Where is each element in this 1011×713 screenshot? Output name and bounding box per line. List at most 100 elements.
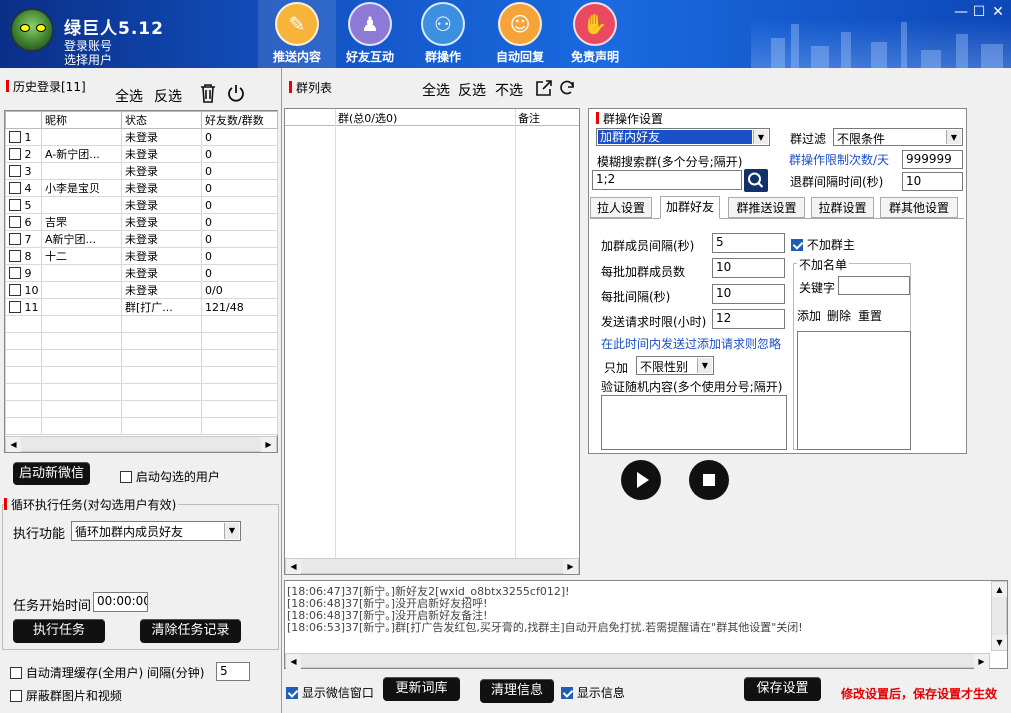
nav-auto-reply[interactable]: ☺ 自动回复 <box>481 0 559 68</box>
table-row[interactable]: 5 未登录 0 <box>5 196 278 214</box>
tab-add-friends[interactable]: 加群好友 <box>660 196 720 219</box>
scroll-left-icon[interactable]: ◀ <box>286 559 301 574</box>
gender-select[interactable]: 不限性别 ▼ <box>636 356 714 375</box>
auto-clear-checkbox[interactable] <box>10 667 22 679</box>
search-button[interactable] <box>744 169 768 192</box>
nav-friend-interact[interactable]: ♟ 好友互动 <box>331 0 409 68</box>
scroll-left-icon[interactable]: ◀ <box>6 437 21 452</box>
show-info[interactable]: 显示信息 <box>561 684 625 701</box>
export-icon[interactable] <box>535 79 553 97</box>
no-owner-checkbox[interactable] <box>791 239 803 251</box>
log-vscrollbar[interactable]: ▲ ▼ <box>991 581 1007 651</box>
group-deselect[interactable]: 不选 <box>495 80 523 100</box>
keyword-input[interactable] <box>838 276 910 295</box>
verify-content-textarea[interactable] <box>601 395 787 450</box>
row-checkbox[interactable] <box>9 181 21 194</box>
bl-reset-link[interactable]: 重置 <box>858 307 882 324</box>
scroll-up-icon[interactable]: ▲ <box>992 582 1007 597</box>
maximize-icon[interactable]: ☐ <box>971 4 987 20</box>
tab-push-settings[interactable]: 群推送设置 <box>728 197 805 218</box>
table-row[interactable]: 9 未登录 0 <box>5 264 278 282</box>
start-button[interactable] <box>621 460 661 500</box>
col-nick[interactable]: 昵称 <box>41 111 122 129</box>
row-checkbox[interactable] <box>9 147 21 160</box>
table-row[interactable]: 10 未登录 0/0 <box>5 281 278 299</box>
tab-pull-group[interactable]: 拉群设置 <box>811 197 874 218</box>
start-checked-checkbox[interactable] <box>120 471 132 483</box>
row-checkbox[interactable] <box>9 249 21 262</box>
row-checkbox[interactable] <box>9 266 21 279</box>
table-row[interactable]: 8 十二 未登录 0 <box>5 247 278 265</box>
power-icon[interactable] <box>226 83 246 103</box>
execute-task-button[interactable]: 执行任务 <box>13 619 105 643</box>
tab-invite-settings[interactable]: 拉人设置 <box>590 197 652 218</box>
request-limit-input[interactable]: 12 <box>712 309 785 329</box>
row-checkbox[interactable] <box>9 283 21 296</box>
trash-icon[interactable] <box>199 83 217 103</box>
group-filter-select[interactable]: 不限条件 ▼ <box>833 128 963 146</box>
batch-interval-input[interactable]: 10 <box>712 284 785 304</box>
show-wechat-window[interactable]: 显示微信窗口 <box>286 684 374 701</box>
scroll-right-icon[interactable]: ▶ <box>974 654 989 669</box>
member-interval-input[interactable]: 5 <box>712 233 785 253</box>
table-row[interactable]: 1 未登录 0 <box>5 128 278 146</box>
table-row[interactable]: 6 吉罘 未登录 0 <box>5 213 278 231</box>
tab-other-settings[interactable]: 群其他设置 <box>880 197 958 218</box>
close-icon[interactable]: ✕ <box>990 4 1006 20</box>
table-row[interactable]: 2 A-新宁团... 未登录 0 <box>5 145 278 163</box>
row-checkbox[interactable] <box>9 164 21 177</box>
bl-add-link[interactable]: 添加 <box>797 307 821 324</box>
row-checkbox[interactable] <box>9 300 21 313</box>
group-hscrollbar[interactable]: ◀ ▶ <box>285 558 579 574</box>
bl-delete-link[interactable]: 删除 <box>827 307 851 324</box>
start-new-wechat-button[interactable]: 启动新微信 <box>13 462 90 485</box>
row-checkbox[interactable] <box>9 232 21 245</box>
nav-disclaimer[interactable]: ✋ 免责声明 <box>556 0 634 68</box>
scroll-right-icon[interactable]: ▶ <box>261 437 276 452</box>
col-group[interactable]: 群(总0/选0) <box>338 110 397 126</box>
row-checkbox[interactable] <box>9 198 21 211</box>
block-media[interactable]: 屏蔽群图片和视频 <box>10 687 122 704</box>
blacklist-list[interactable] <box>797 331 911 450</box>
minimize-icon[interactable]: — <box>953 4 969 20</box>
auto-clear-cache[interactable]: 自动清理缓存(全用户) 间隔(分钟) <box>10 664 204 681</box>
table-row[interactable]: 3 未登录 0 <box>5 162 278 180</box>
show-window-checkbox[interactable] <box>286 687 298 699</box>
table-row[interactable]: 4 小李是宝贝 未登录 0 <box>5 179 278 197</box>
col-status[interactable]: 状态 <box>121 111 202 129</box>
start-time-input[interactable]: 00:00:00 <box>93 592 148 612</box>
show-info-checkbox[interactable] <box>561 687 573 699</box>
group-select-all[interactable]: 全选 <box>422 80 450 100</box>
col-note[interactable]: 备注 <box>518 110 540 126</box>
exec-func-select[interactable]: 循环加群内成员好友 ▼ <box>71 521 241 541</box>
fuzzy-search-input[interactable]: 1;2 <box>592 170 742 190</box>
scroll-right-icon[interactable]: ▶ <box>563 559 578 574</box>
row-checkbox[interactable] <box>9 130 21 143</box>
batch-input[interactable]: 10 <box>712 258 785 278</box>
group-op-select[interactable]: 加群内好友 ▼ <box>596 128 770 146</box>
update-lib-button[interactable]: 更新词库 <box>383 677 460 701</box>
scroll-down-icon[interactable]: ▼ <box>992 635 1007 650</box>
clear-task-log-button[interactable]: 清除任务记录 <box>140 619 241 643</box>
nav-group-ops[interactable]: ⚇ 群操作 <box>404 0 482 68</box>
table-row[interactable]: 11 群[打广... 121/48 <box>5 298 278 316</box>
refresh-icon[interactable] <box>558 79 576 97</box>
start-checked-users[interactable]: 启动勾选的用户 <box>120 468 220 485</box>
stop-button[interactable] <box>689 460 729 500</box>
col-count[interactable]: 好友数/群数 <box>201 111 278 129</box>
history-invert[interactable]: 反选 <box>154 86 182 106</box>
clear-info-button[interactable]: 清理信息 <box>480 679 554 703</box>
limit-input[interactable]: 999999 <box>902 150 963 169</box>
no-owner-option[interactable]: 不加群主 <box>791 236 855 253</box>
history-hscrollbar[interactable]: ◀ ▶ <box>5 436 277 452</box>
history-select-all[interactable]: 全选 <box>115 86 143 106</box>
row-checkbox[interactable] <box>9 215 21 228</box>
quit-interval-input[interactable]: 10 <box>902 172 963 191</box>
scroll-left-icon[interactable]: ◀ <box>286 654 301 669</box>
table-row[interactable]: 7 A新宁团... 未登录 0 <box>5 230 278 248</box>
save-settings-button[interactable]: 保存设置 <box>744 677 821 701</box>
select-user-label[interactable]: 选择用户 <box>64 51 112 68</box>
group-invert[interactable]: 反选 <box>458 80 486 100</box>
block-media-checkbox[interactable] <box>10 690 22 702</box>
log-hscrollbar[interactable]: ◀ ▶ <box>285 653 990 669</box>
